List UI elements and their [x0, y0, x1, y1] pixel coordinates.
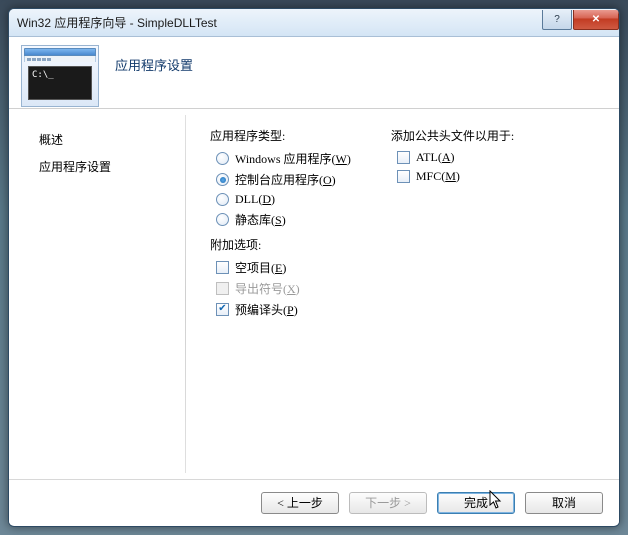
checkbox-icon — [216, 282, 229, 295]
option-label: Windows 应用程序(W) — [235, 150, 351, 167]
checkbox-icon — [216, 303, 229, 316]
check-precompiled-header[interactable]: 预编译头(P) — [216, 301, 351, 318]
radio-icon — [216, 173, 229, 186]
window-buttons: ? ✕ — [541, 10, 619, 30]
option-label: ATL(A) — [416, 150, 455, 165]
close-icon: ✕ — [592, 14, 600, 25]
page-title: 应用程序设置 — [115, 45, 193, 74]
close-button[interactable]: ✕ — [573, 10, 619, 30]
sidebar-item-overview[interactable]: 概述 — [39, 131, 177, 148]
radio-dll[interactable]: DLL(D) — [216, 192, 351, 207]
checkbox-icon — [397, 170, 410, 183]
footer: < 上一步 下一步 > 完成 取消 — [9, 479, 619, 525]
radio-console-app[interactable]: 控制台应用程序(O) — [216, 171, 351, 188]
check-empty-project[interactable]: 空项目(E) — [216, 259, 351, 276]
radio-static-lib[interactable]: 静态库(S) — [216, 211, 351, 228]
radio-icon — [216, 213, 229, 226]
option-label: 控制台应用程序(O) — [235, 171, 336, 188]
checkbox-icon — [397, 151, 410, 164]
radio-windows-app[interactable]: Windows 应用程序(W) — [216, 150, 351, 167]
cancel-button[interactable]: 取消 — [525, 492, 603, 514]
option-label: MFC(M) — [416, 169, 460, 184]
additional-label: 附加选项: — [210, 236, 351, 253]
radio-icon — [216, 193, 229, 206]
radio-icon — [216, 152, 229, 165]
option-label: 导出符号(X) — [235, 280, 300, 297]
mouse-cursor-icon — [489, 490, 503, 510]
next-button: 下一步 > — [349, 492, 427, 514]
option-label: 静态库(S) — [235, 211, 286, 228]
sidebar-item-app-settings[interactable]: 应用程序设置 — [39, 158, 177, 175]
wizard-window: Win32 应用程序向导 - SimpleDLLTest ? ✕ C:\_ 应用… — [8, 8, 620, 527]
window-title: Win32 应用程序向导 - SimpleDLLTest — [17, 14, 217, 31]
option-label: 空项目(E) — [235, 259, 286, 276]
checkbox-icon — [216, 261, 229, 274]
terminal-icon: C:\_ — [28, 66, 92, 100]
content: 应用程序类型: Windows 应用程序(W) 控制台应用程序(O) DLL(D… — [186, 109, 619, 479]
help-button[interactable]: ? — [542, 10, 572, 30]
banner-icon: C:\_ — [21, 45, 99, 107]
check-mfc[interactable]: MFC(M) — [397, 169, 514, 184]
finish-button[interactable]: 完成 — [437, 492, 515, 514]
option-label: DLL(D) — [235, 192, 275, 207]
check-export-symbols: 导出符号(X) — [216, 280, 351, 297]
app-type-label: 应用程序类型: — [210, 127, 351, 144]
body: 概述 应用程序设置 应用程序类型: Windows 应用程序(W) 控制台应用程… — [9, 109, 619, 479]
check-atl[interactable]: ATL(A) — [397, 150, 514, 165]
sidebar: 概述 应用程序设置 — [9, 109, 185, 479]
help-icon: ? — [554, 14, 560, 25]
titlebar: Win32 应用程序向导 - SimpleDLLTest ? ✕ — [9, 9, 619, 37]
left-column: 应用程序类型: Windows 应用程序(W) 控制台应用程序(O) DLL(D… — [210, 127, 351, 322]
header: C:\_ 应用程序设置 — [9, 37, 619, 109]
common-headers-label: 添加公共头文件以用于: — [391, 127, 514, 144]
option-label: 预编译头(P) — [235, 301, 298, 318]
right-column: 添加公共头文件以用于: ATL(A) MFC(M) — [391, 127, 514, 322]
back-button[interactable]: < 上一步 — [261, 492, 339, 514]
